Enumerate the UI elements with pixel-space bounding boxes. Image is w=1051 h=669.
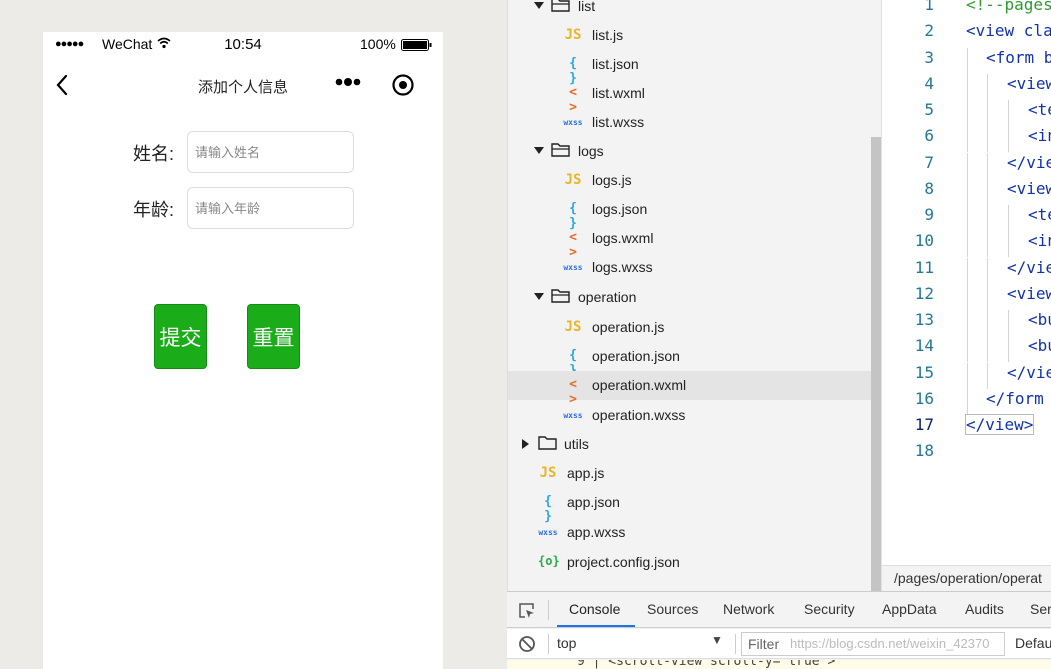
battery-icon [401,39,432,51]
page-title: 添加个人信息 [197,79,288,96]
active-tab-indicator [557,625,635,627]
context-select[interactable]: top [557,635,727,651]
devtools-tab-bar: Console Sources Network Security AppData… [507,592,1051,628]
js-file-icon: JS [564,172,582,188]
age-label: 年龄: [133,200,175,220]
reset-button[interactable]: 重置 [247,304,300,369]
tree-folder-logs[interactable]: logs [508,137,872,166]
tree-file-app-json[interactable]: { } app.json [508,488,872,524]
tree-file-logs-json[interactable]: { } logs.json [508,195,872,231]
folder-open-icon [551,0,570,12]
devtools-panel: Console Sources Network Security AppData… [507,591,1051,669]
collapsed-arrow-icon [522,439,529,449]
editor-file-path: /pages/operation/operat [881,565,1051,591]
tree-file-operation-wxml[interactable]: < > operation.wxml [508,371,872,407]
code-line: 13<bu [882,310,1051,336]
console-message: 9 | <scroll-view scroll-y="true"> [507,660,1051,669]
code-line: 5<te [882,100,1051,126]
tree-folder-utils[interactable]: utils [508,430,872,459]
tree-file-operation-wxss[interactable]: wxss operation.wxss [508,401,872,430]
phone-screen: ●●●●● WeChat 10:54 100% 添加个人信息 姓名: 请输入姓名… [43,32,443,669]
tree-file-list-wxss[interactable]: wxss list.wxss [508,108,872,137]
file-tree-scrollbar[interactable] [871,137,881,591]
name-label: 姓名: [133,144,175,164]
tree-file-project-config[interactable]: {o} project.config.json [508,548,872,577]
config-file-icon: {o} [538,554,560,568]
expanded-arrow-icon [534,147,544,154]
tree-file-app-js[interactable]: JS app.js [508,459,872,488]
js-file-icon: JS [539,465,557,481]
tab-audits[interactable]: Audits [965,601,1004,617]
code-line: 6<in [882,126,1051,152]
code-line: 15 </vie [882,363,1051,389]
log-levels-select[interactable]: Defau [1015,635,1051,651]
expanded-arrow-icon [534,2,544,9]
tree-folder-list[interactable]: list [508,0,872,21]
code-line: 2 <view cla [924,21,1051,40]
folder-icon [538,436,557,450]
tree-file-list-js[interactable]: JS list.js [508,21,872,50]
tree-file-list-json[interactable]: { } list.json [508,50,872,86]
js-file-icon: JS [564,27,582,43]
code-line: 10<in [882,231,1051,257]
wxss-file-icon: wxss [563,118,583,127]
tree-file-logs-js[interactable]: JS logs.js [508,166,872,195]
expanded-arrow-icon [534,293,544,300]
tab-appdata[interactable]: AppData [882,601,936,617]
inspect-element-icon[interactable] [518,602,536,620]
code-line: 3 <form b [882,48,1051,74]
code-line: 9<te [882,205,1051,231]
status-bar: ●●●●● WeChat 10:54 100% [43,32,443,56]
code-line: 14<bu [882,336,1051,362]
battery-percent: 100% [360,36,396,52]
tab-sources[interactable]: Sources [647,601,698,617]
tab-security[interactable]: Security [804,601,855,617]
tree-file-app-wxss[interactable]: wxss app.wxss [508,518,872,547]
tree-file-operation-json[interactable]: { } operation.json [508,342,872,378]
code-line: 11 </vie [882,258,1051,284]
chevron-down-icon: ▼ [711,633,723,647]
code-line: 12 <view [882,284,1051,310]
tree-file-logs-wxss[interactable]: wxss logs.wxss [508,253,872,282]
tab-console[interactable]: Console [569,601,620,617]
code-line: 18 [914,441,934,460]
tab-sensors[interactable]: Ser [1030,601,1051,617]
wxss-file-icon: wxss [563,263,583,272]
code-line: 16 </form [882,389,1051,415]
close-capsule-icon[interactable] [391,73,415,97]
clear-console-icon[interactable] [518,635,536,653]
code-line: 1 <!--pages [924,0,1051,14]
tree-file-logs-wxml[interactable]: < > logs.wxml [508,224,872,260]
filter-input[interactable] [741,632,1005,656]
tree-folder-operation[interactable]: operation [508,283,872,312]
code-line: 7 </vie [882,153,1051,179]
more-menu-icon[interactable] [334,76,364,88]
js-file-icon: JS [564,319,582,335]
folder-open-icon [551,289,570,303]
console-toolbar: top ▼ https://blog.csdn.net/weixin_42370… [507,629,1051,659]
code-line: 17 </view> [914,414,1035,435]
tree-file-list-wxml[interactable]: < > list.wxml [508,79,872,115]
code-line: 4 <view [882,74,1051,100]
code-editor[interactable]: 1 <!--pages 2 <view cla 3 <form b 4 <view 5 <… [881,0,1051,565]
tab-network[interactable]: Network [723,601,774,617]
folder-open-icon [551,143,570,157]
name-input[interactable] [187,131,354,173]
age-input[interactable] [187,187,354,229]
wxss-file-icon: wxss [563,411,583,420]
nav-bar: 添加个人信息 [43,68,443,104]
tree-file-operation-js[interactable]: JS operation.js [508,313,872,342]
wxss-file-icon: wxss [538,528,558,537]
code-line: 8 <view [882,179,1051,205]
submit-button[interactable]: 提交 [154,304,207,369]
file-explorer: list JS list.js { } list.json < > list.w… [507,0,881,591]
